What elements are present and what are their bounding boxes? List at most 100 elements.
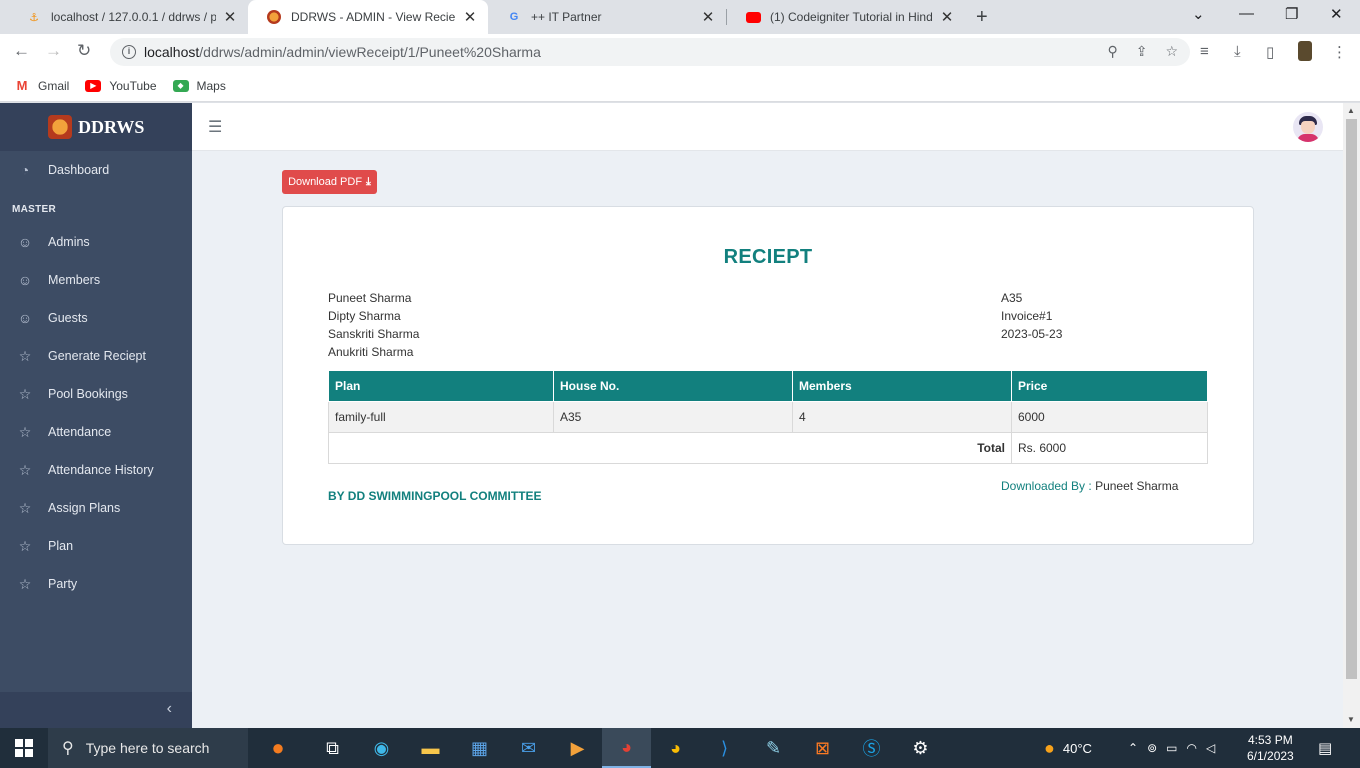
bookmarks-bar: M Gmail ▶ YouTube ⬥ Maps	[0, 70, 1360, 102]
bookmark-gmail[interactable]: M Gmail	[14, 78, 69, 93]
scroll-up-arrow[interactable]: ▲	[1347, 106, 1355, 115]
avatar[interactable]	[1293, 112, 1323, 142]
sidebar-item-plan[interactable]: ☆ Plan	[0, 527, 192, 565]
address-bar[interactable]: i localhost/ddrws/admin/admin/viewReceip…	[110, 38, 1190, 66]
receipt-table: Plan House No. Members Price family-full…	[328, 370, 1208, 464]
sidebar-collapse-button[interactable]: ‹	[0, 692, 192, 728]
sidebar-item-dashboard[interactable]: ◔ Dashboard	[0, 151, 192, 189]
zoom-icon[interactable]: ⚲	[1107, 43, 1117, 60]
taskbar-search[interactable]: ⚲ Type here to search	[48, 728, 248, 768]
chrome-icon[interactable]: ◕	[602, 728, 651, 768]
downloaded-by-label: Downloaded By :	[1001, 479, 1092, 493]
vscode-icon[interactable]: ⟩	[700, 728, 749, 768]
reading-list-icon[interactable]: ≡	[1200, 43, 1209, 60]
battery-icon[interactable]: ▭	[1166, 741, 1177, 755]
minimize-button[interactable]: —	[1239, 5, 1254, 22]
sidebar-item-generate-reciept[interactable]: ☆ Generate Reciept	[0, 337, 192, 375]
weather-widget[interactable]: ● 40°C	[1044, 728, 1092, 768]
close-window-button[interactable]: ✕	[1330, 5, 1343, 23]
url-path: /ddrws/admin/admin/viewReceipt/1/Puneet%…	[199, 44, 541, 60]
tab-youtube[interactable]: (1) Codeigniter Tutorial in Hindi ( ✕	[727, 0, 965, 34]
tab-it-partner[interactable]: G ++ IT Partner ✕	[488, 0, 726, 34]
taskbar-clock[interactable]: 4:53 PM 6/1/2023	[1247, 732, 1294, 764]
member-names: Puneet Sharma Dipty Sharma Sanskriti Sha…	[328, 289, 419, 361]
sidebar-item-assign-plans[interactable]: ☆ Assign Plans	[0, 489, 192, 527]
tab-title: DDRWS - ADMIN - View Reciept	[291, 10, 456, 24]
chevron-up-icon[interactable]: ⌃	[1128, 741, 1138, 755]
tab-search-icon[interactable]: ⌄	[1192, 5, 1205, 23]
download-icon[interactable]: ⤓	[1234, 43, 1241, 60]
notification-icon[interactable]: ▤	[1318, 728, 1332, 768]
new-tab-button[interactable]: +	[976, 6, 988, 29]
menu-icon[interactable]: ⋮	[1332, 43, 1347, 61]
sidebar-item-members[interactable]: ☺ Members	[0, 261, 192, 299]
clock-date: 6/1/2023	[1247, 749, 1294, 763]
store-icon[interactable]: ▦	[455, 728, 504, 768]
bookmark-label: YouTube	[109, 78, 157, 93]
sidebar-item-attendance-history[interactable]: ☆ Attendance History	[0, 451, 192, 489]
user-icon: ☺	[17, 272, 33, 288]
skype-icon[interactable]: Ⓢ	[847, 728, 896, 768]
task-view-icon[interactable]: ⧉	[308, 728, 357, 768]
mail-icon[interactable]: ✉	[504, 728, 553, 768]
browser-toolbar: ← → ↻ i localhost/ddrws/admin/admin/view…	[0, 34, 1360, 70]
sidebar-item-guests[interactable]: ☺ Guests	[0, 299, 192, 337]
file-explorer-icon[interactable]: ▬	[406, 728, 455, 768]
notepad-icon[interactable]: ✎	[749, 728, 798, 768]
column-header: Plan	[328, 370, 554, 402]
bookmark-maps[interactable]: ⬥ Maps	[172, 79, 226, 93]
close-icon[interactable]: ✕	[462, 8, 478, 26]
star-icon: ☆	[18, 499, 32, 516]
tab-ddrws-admin[interactable]: DDRWS - ADMIN - View Reciept ✕	[248, 0, 488, 34]
site-info-icon[interactable]: i	[122, 45, 136, 59]
media-player-icon[interactable]: ▶	[553, 728, 602, 768]
widget-icon[interactable]: ●	[248, 728, 308, 768]
brand[interactable]: DDRWS	[0, 103, 192, 151]
star-icon: ☆	[18, 423, 32, 440]
back-button[interactable]: ←	[13, 41, 30, 61]
hamburger-menu-icon[interactable]: ☰	[208, 117, 222, 137]
xampp-icon[interactable]: ⊠	[798, 728, 847, 768]
chrome-profile-icon[interactable]: ◕	[651, 728, 700, 768]
network-drive-icon[interactable]: ⊚	[1147, 741, 1157, 755]
sidebar-item-party[interactable]: ☆ Party	[0, 565, 192, 603]
restore-button[interactable]: ❐	[1285, 5, 1298, 23]
weather-temperature: 40°C	[1062, 740, 1092, 756]
side-panel-icon[interactable]: ▯	[1266, 43, 1274, 61]
scroll-down-arrow[interactable]: ▼	[1347, 715, 1355, 724]
tab-phpmyadmin[interactable]: ⚓ localhost / 127.0.0.1 / ddrws / pla ✕	[8, 0, 248, 34]
sidebar-item-attendance[interactable]: ☆ Attendance	[0, 413, 192, 451]
chevron-left-icon: ‹	[166, 700, 172, 717]
settings-gear-icon[interactable]: ⚙	[896, 728, 945, 768]
edge-icon[interactable]: ◉	[357, 728, 406, 768]
share-icon[interactable]: ⇪	[1136, 43, 1148, 60]
url-host: localhost	[144, 44, 200, 60]
reload-button[interactable]: ↻	[77, 41, 91, 61]
download-pdf-label: Download PDF	[288, 176, 363, 188]
user-icon: ☺	[17, 234, 33, 250]
page-scrollbar[interactable]: ▲ ▼	[1343, 103, 1360, 728]
sidebar-item-pool-bookings[interactable]: ☆ Pool Bookings	[0, 375, 192, 413]
column-header: Price	[1011, 370, 1208, 402]
windows-icon	[15, 739, 33, 757]
bookmark-youtube[interactable]: ▶ YouTube	[85, 78, 157, 93]
receipt-card: RECIEPT Puneet Sharma Dipty Sharma Sansk…	[282, 206, 1254, 545]
sidebar-item-admins[interactable]: ☺ Admins	[0, 223, 192, 261]
start-button[interactable]	[0, 728, 48, 768]
profile-icon[interactable]	[1298, 41, 1312, 61]
browser-tab-strip: ⚓ localhost / 127.0.0.1 / ddrws / pla ✕ …	[0, 0, 1360, 34]
wifi-icon[interactable]: ◠	[1186, 741, 1196, 755]
windows-taskbar: ⚲ Type here to search ● ⧉ ◉ ▬ ▦ ✉ ▶ ◕ ◕ …	[0, 728, 1360, 768]
gauge-icon: ◔	[20, 162, 30, 178]
scrollbar-thumb[interactable]	[1346, 119, 1357, 679]
speaker-icon[interactable]: ◁	[1206, 741, 1215, 755]
forward-button[interactable]: →	[45, 41, 62, 61]
close-icon[interactable]: ✕	[222, 8, 238, 26]
sidebar-item-label: Guests	[48, 311, 88, 325]
bookmark-star-icon[interactable]: ☆	[1165, 43, 1178, 60]
close-icon[interactable]: ✕	[939, 8, 955, 26]
close-icon[interactable]: ✕	[700, 8, 716, 26]
tab-title: (1) Codeigniter Tutorial in Hindi (	[770, 10, 933, 24]
sidebar-item-label: Party	[48, 577, 78, 591]
download-pdf-button[interactable]: Download PDF ⤓	[282, 170, 377, 194]
